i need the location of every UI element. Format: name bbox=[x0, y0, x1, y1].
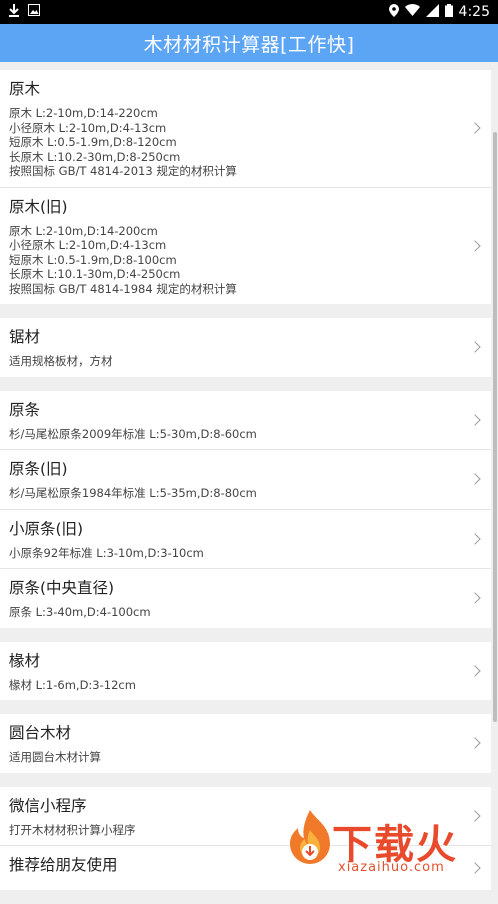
item-description: 杉/马尾松原条1984年标准 L:5-35m,D:8-80cm bbox=[9, 486, 257, 500]
item-title: 原条(中央直径) bbox=[9, 579, 115, 597]
battery-icon bbox=[444, 3, 453, 21]
item-description: 小原条92年标准 L:3-10m,D:3-10cm bbox=[9, 545, 204, 560]
item-description: 原木 L:2-10m,D:14-200cm 小径原木 L:2-10m,D:4-1… bbox=[9, 223, 237, 296]
chevron-right-icon bbox=[469, 592, 481, 604]
list-item[interactable]: 原木(旧) 原木 L:2-10m,D:14-200cm 小径原木 L:2-10m,… bbox=[0, 188, 491, 305]
item-description: 椽材 L:1-6m,D:3-12cm bbox=[9, 677, 136, 692]
watermark-logo: 下载火 xiazaihuo.com bbox=[284, 800, 494, 880]
list-item[interactable]: 小原条(旧) 小原条92年标准 L:3-10m,D:3-10cm bbox=[0, 510, 491, 569]
list-item[interactable]: 原条(旧) 杉/马尾松原条1984年标准 L:5-35m,D:8-80cm bbox=[0, 450, 491, 510]
app-title: 木材材积计算器[工作快] bbox=[143, 33, 355, 56]
item-description: 原木 L:2-10m,D:14-220cm 小径原木 L:2-10m,D:4-1… bbox=[9, 106, 237, 178]
list-group: 原木原木 L:2-10m,D:14-220cm 小径原木 L:2-10m,D:4… bbox=[0, 70, 491, 304]
wifi-icon bbox=[404, 4, 420, 20]
list-group: 圆台木材适用圆台木材计算 bbox=[0, 714, 491, 773]
item-description: 适用规格板材，方材 bbox=[9, 354, 113, 368]
calculator-list: 原木原木 L:2-10m,D:14-220cm 小径原木 L:2-10m,D:4… bbox=[0, 70, 491, 904]
item-title: 原木 bbox=[9, 80, 41, 98]
clock-time: 4:25 bbox=[458, 4, 490, 20]
watermark-url: xiazaihuo.com bbox=[338, 860, 445, 875]
chevron-right-icon bbox=[469, 414, 481, 426]
chevron-right-icon bbox=[469, 240, 481, 252]
item-title: 椽材 bbox=[9, 651, 41, 670]
location-icon bbox=[388, 3, 399, 21]
list-item[interactable]: 原木原木 L:2-10m,D:14-220cm 小径原木 L:2-10m,D:4… bbox=[0, 70, 491, 188]
chevron-right-icon bbox=[469, 473, 481, 485]
chevron-right-icon bbox=[469, 665, 481, 677]
item-title: 原条(旧) bbox=[9, 460, 68, 478]
chevron-right-icon bbox=[469, 341, 481, 353]
status-bar: 4:25 bbox=[0, 0, 498, 24]
item-title: 圆台木材 bbox=[9, 724, 72, 742]
flame-icon bbox=[290, 810, 330, 864]
item-description: 杉/马尾松原条2009年标准 L:5-30m,D:8-60cm bbox=[9, 426, 257, 441]
app-bar: 木材材积计算器[工作快] bbox=[0, 24, 498, 62]
signal-icon bbox=[425, 3, 439, 21]
chevron-right-icon bbox=[469, 737, 481, 749]
chevron-right-icon bbox=[469, 122, 481, 134]
list-item[interactable]: 原条(中央直径) 原条 L:3-40m,D:4-100cm bbox=[0, 569, 491, 628]
chevron-right-icon bbox=[469, 533, 481, 545]
list-item[interactable]: 椽材椽材 L:1-6m,D:3-12cm bbox=[0, 642, 491, 701]
list-group: 原条杉/马尾松原条2009年标准 L:5-30m,D:8-60cm 原条(旧) 杉/… bbox=[0, 390, 491, 628]
list-item[interactable]: 原条杉/马尾松原条2009年标准 L:5-30m,D:8-60cm bbox=[0, 391, 491, 450]
list-group: 椽材椽材 L:1-6m,D:3-12cm bbox=[0, 641, 491, 701]
item-title: 原木(旧) bbox=[9, 197, 68, 216]
item-title: 小原条(旧) bbox=[9, 519, 84, 538]
item-title: 锯材 bbox=[9, 328, 41, 346]
list-item[interactable]: 锯材适用规格板材，方材 bbox=[0, 318, 491, 377]
list-item[interactable]: 圆台木材适用圆台木材计算 bbox=[0, 714, 491, 773]
item-description: 原条 L:3-40m,D:4-100cm bbox=[9, 605, 151, 619]
scrollbar[interactable] bbox=[493, 132, 497, 722]
download-icon bbox=[8, 3, 20, 21]
list-group: 锯材适用规格板材，方材 bbox=[0, 318, 491, 377]
item-description: 适用圆台木材计算 bbox=[9, 750, 101, 764]
image-icon bbox=[28, 4, 40, 20]
item-title: 原条 bbox=[9, 400, 41, 419]
